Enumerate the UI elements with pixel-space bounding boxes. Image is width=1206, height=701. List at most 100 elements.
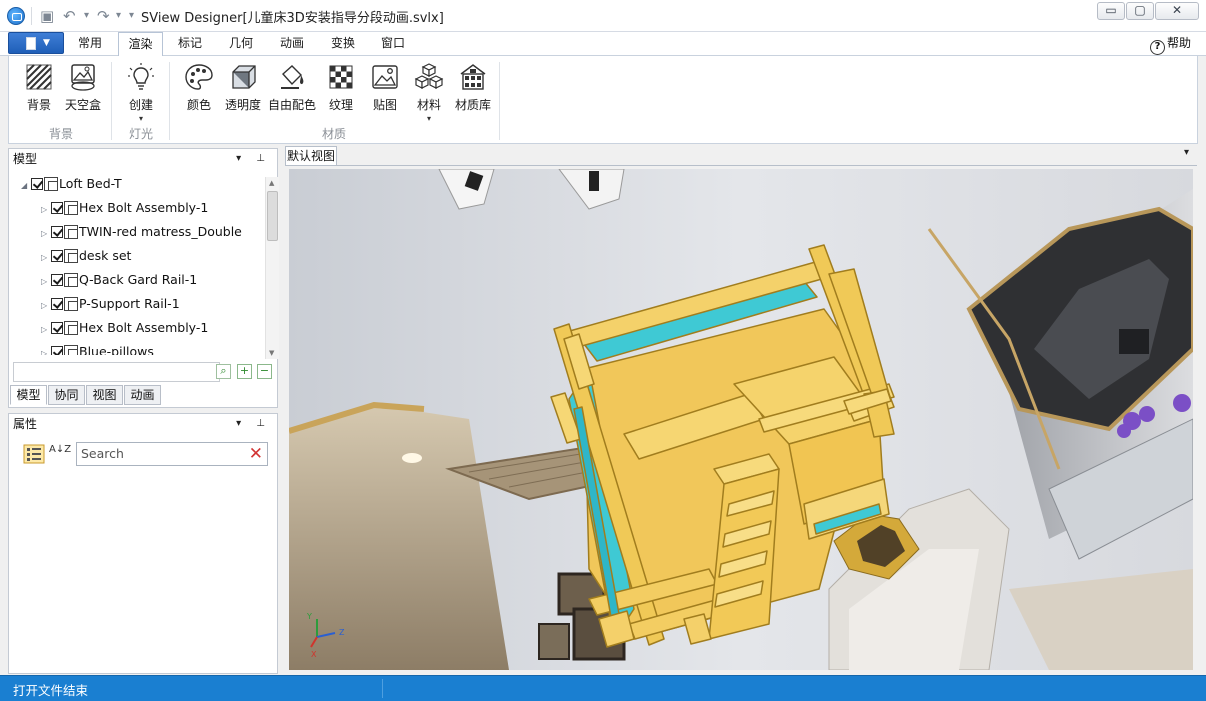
customize-quick-access-icon[interactable]: ▾ [129,6,134,26]
expand-arrow-icon[interactable]: ▷ [41,319,51,341]
help-label: 帮助 [1167,36,1192,50]
visibility-checkbox[interactable] [31,178,43,190]
view-tab-default[interactable]: 默认视图 [285,146,337,166]
property-panel: 属性 ▾ ⊥ A↓Z Search ✕ [8,413,278,674]
axis-z-label: Z [339,628,345,637]
image-decal-icon [372,65,398,89]
redo-icon[interactable]: ↷ [97,6,110,26]
app-logo-icon[interactable] [7,7,25,25]
material-button[interactable]: 材料 ▾ [411,62,447,132]
decal-button[interactable]: 贴图 [367,62,403,132]
status-bar: 打开文件结束 [0,675,1206,701]
texture-button[interactable]: 纹理 [323,62,359,132]
view-tab-strip [285,165,1197,166]
transparency-button[interactable]: 透明度 [223,62,263,132]
tree-node[interactable]: ▷ TWIN-red matress_Double [41,221,242,243]
part-icon [64,345,78,355]
undo-icon[interactable]: ↶ [63,6,76,26]
create-light-label: 创建 [128,98,153,112]
visibility-checkbox[interactable] [51,274,63,286]
property-search-placeholder: Search [81,446,124,461]
tree-node[interactable]: ▷ Q-Back Gard Rail-1 [41,269,197,291]
panel-tab-view[interactable]: 视图 [86,385,123,405]
visibility-checkbox[interactable] [51,298,63,310]
loft-bed-model[interactable] [289,169,1193,670]
tab-markup[interactable]: 标记 [170,32,210,56]
expand-arrow-icon[interactable]: ▷ [41,199,51,221]
cube-transparency-icon [232,65,256,89]
tree-node-label: Hex Bolt Assembly-1 [79,200,209,215]
group-label-background: 背景 [48,127,73,141]
ribbon-panel: 背景 天空盒 创建 ▾ 颜色 透明度 自由配色 纹理 贴图 材料 ▾ 材质库 背… [8,56,1198,144]
model-panel: 模型 ▾ ⊥ ◢ Loft Bed-T ▷ Hex Bolt Assembly-1 … [8,148,279,408]
expand-arrow-icon[interactable]: ▷ [41,271,51,293]
tab-window[interactable]: 窗口 [372,32,414,56]
free-color-button[interactable]: 自由配色 [267,62,317,132]
expand-all-icon[interactable]: + [237,364,252,379]
background-button[interactable]: 背景 [21,62,57,132]
maximize-button[interactable]: ▢ [1126,2,1154,20]
close-button[interactable]: ✕ [1155,2,1199,20]
ribbon-tab-bar: ▼ 常用 渲染 标记 几何 动画 变换 窗口 ? 帮助 [0,32,1206,57]
visibility-checkbox[interactable] [51,202,63,214]
color-button[interactable]: 颜色 [179,62,219,132]
tree-node[interactable]: ▷ Hex Bolt Assembly-1 [41,197,208,219]
material-library-button[interactable]: 材质库 [453,62,493,132]
clear-search-icon[interactable]: ✕ [249,445,263,463]
visibility-checkbox[interactable] [51,346,63,355]
panel-pin-icon[interactable]: ▾ ⊥ [236,414,271,434]
panel-tab-animation[interactable]: 动画 [124,385,161,405]
tree-node[interactable]: ▷ Hex Bolt Assembly-1 [41,317,208,339]
tab-transform[interactable]: 变换 [322,32,364,56]
tree-scrollbar[interactable]: ▲ ▼ [265,177,279,359]
tree-node[interactable]: ▷ desk set [41,245,131,267]
file-menu-button[interactable]: ▼ [8,32,64,54]
chevron-down-icon: ▼ [43,38,50,48]
expand-arrow-icon[interactable]: ▷ [41,343,51,355]
3d-viewport[interactable]: Y Z X [289,169,1193,670]
categorized-view-icon[interactable] [23,444,45,464]
group-label-material: 材质 [321,127,346,141]
tree-node-root[interactable]: ◢ Loft Bed-T [21,173,122,195]
minimize-button[interactable]: ▭ [1097,2,1125,20]
save-icon[interactable]: ▣ [40,6,54,26]
material-library-label: 材质库 [454,98,491,112]
expand-arrow-icon[interactable]: ▷ [41,223,51,245]
help-button[interactable]: ? 帮助 [1150,34,1191,55]
expand-arrow-icon[interactable]: ▷ [41,247,51,269]
paint-bucket-icon [281,65,304,89]
part-icon [64,321,78,335]
panel-tab-collaboration[interactable]: 协同 [48,385,85,405]
undo-more-icon[interactable]: ▾ [84,6,89,26]
property-search-input[interactable]: Search ✕ [76,442,268,466]
redo-more-icon[interactable]: ▾ [116,6,121,26]
tab-geometry[interactable]: 几何 [221,32,261,56]
tree-search-input[interactable] [13,362,220,382]
sort-alphabetical-icon[interactable]: A↓Z [49,445,71,455]
tree-node-label: Hex Bolt Assembly-1 [79,320,209,335]
tab-common[interactable]: 常用 [70,32,110,56]
axis-y-label: Y [306,612,312,621]
create-light-button[interactable]: 创建 ▾ [123,62,159,132]
visibility-checkbox[interactable] [51,226,63,238]
visibility-checkbox[interactable] [51,250,63,262]
cubes-icon [414,63,444,89]
model-tree[interactable]: ◢ Loft Bed-T ▷ Hex Bolt Assembly-1 ▷ TWIN-r… [9,171,265,355]
scroll-down-arrow-icon[interactable]: ▼ [269,349,274,357]
tab-render[interactable]: 渲染 [118,32,163,57]
panel-tab-model[interactable]: 模型 [10,385,47,405]
collapse-arrow-icon[interactable]: ◢ [21,175,31,197]
tree-node[interactable]: ▷ P-Support Rail-1 [41,293,180,315]
title-bar: ▣ ↶ ▾ ↷ ▾ ▾ SView Designer[儿童床3D安装指导分段动画… [0,0,1206,32]
scroll-up-arrow-icon[interactable]: ▲ [269,179,274,187]
find-icon[interactable]: ⌕ [216,364,231,379]
skybox-button[interactable]: 天空盒 [63,62,103,132]
expand-arrow-icon[interactable]: ▷ [41,295,51,317]
view-menu-icon[interactable]: ▾ [1184,147,1189,158]
collapse-all-icon[interactable]: − [257,364,272,379]
scroll-thumb[interactable] [267,191,278,241]
tree-node[interactable]: ▷ Blue-pillows [41,341,154,355]
visibility-checkbox[interactable] [51,322,63,334]
tab-animation[interactable]: 动画 [271,32,313,56]
panel-pin-icon[interactable]: ▾ ⊥ [236,149,271,169]
